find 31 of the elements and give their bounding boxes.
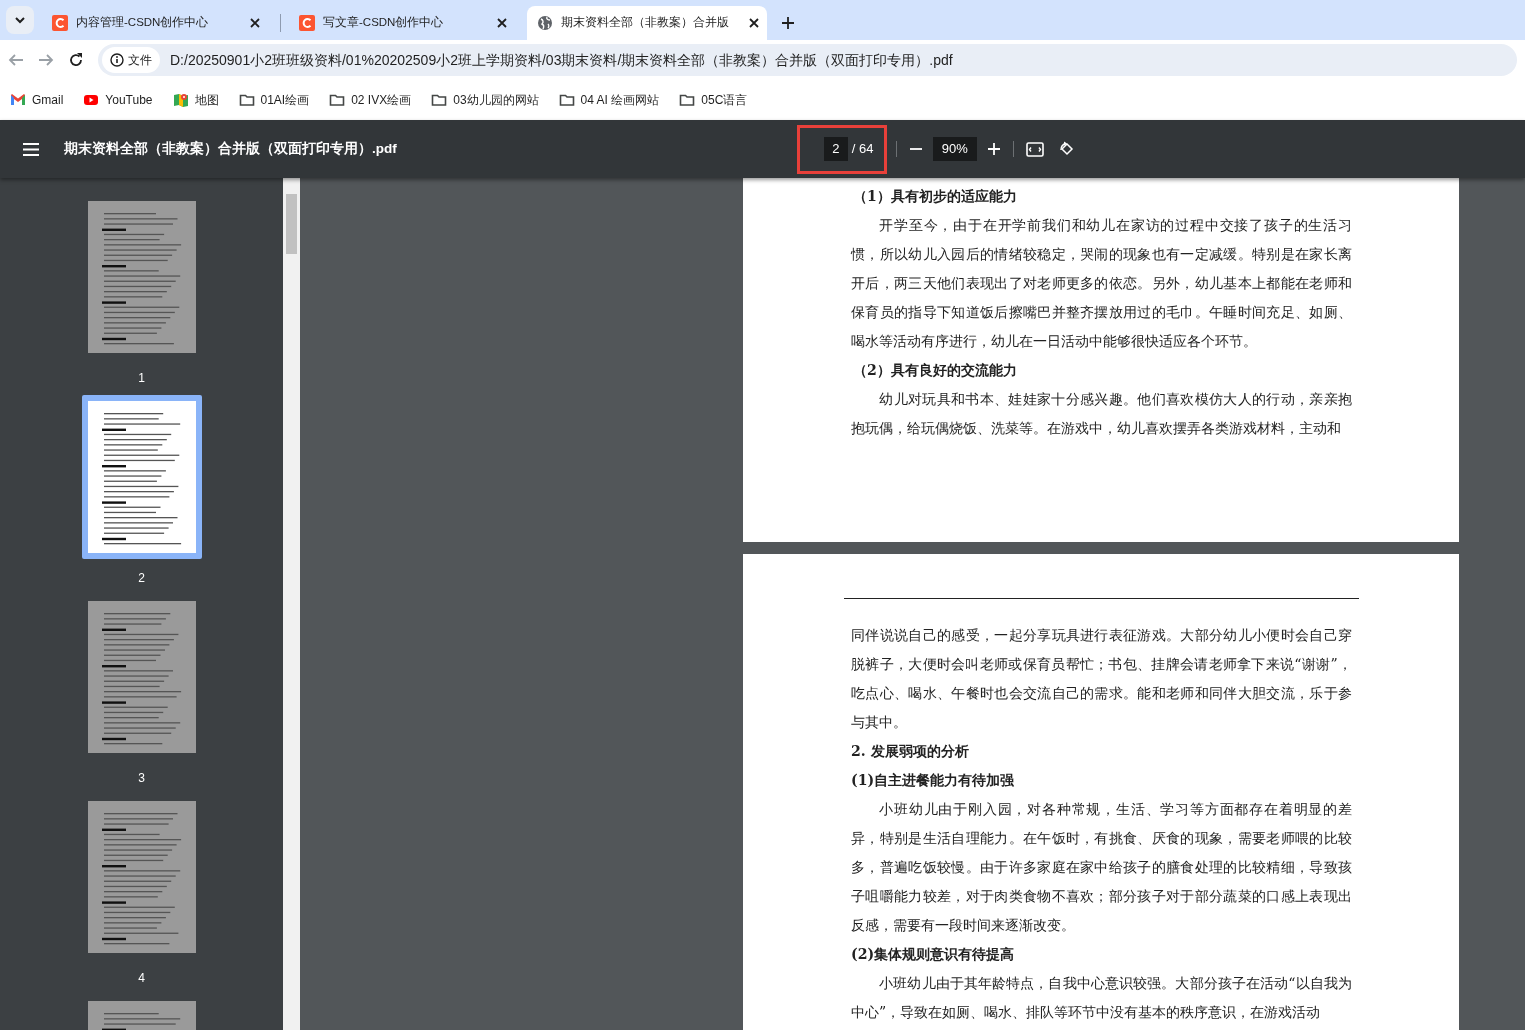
browser-tab[interactable]: 内容管理-CSDN创作中心 <box>42 6 272 40</box>
paragraph: 开学至今，由于在开学前我们和幼儿在家访的过程中交接了孩子的生活习惯，所以幼儿入园后的情绪较稳定，哭闹的现象也有一定减缓。特别是在家长离开后，两三天他们表现出了对老师更多的依恋。另外，幼儿基本上都能在老师和保育员的指导下知道饭后擦嘴巴并整齐摆放用过的毛巾。午睡时间充足、如厕、喝水等活动有序进行，幼儿在一日活动中能够很快适应各个环节。 <box>851 216 1352 351</box>
paragraph: 小班幼儿由于刚入园，对各种常规，生活、学习等方面都存在着明显的差异，特别是生活自理能力。在午饭时，有挑食、厌食的现象，需要老师喂的比较多，普遍吃饭较慢。由于许多家庭在家中给孩子的膳食处理的比较精细，导致孩子咀嚼能力较差，对于肉类食物不喜欢；部分孩子对于部分蔬菜的口感上表现出反感，需要有一段时间来逐渐改变。 <box>851 800 1352 935</box>
paragraph: 幼儿对玩具和书本、娃娃家十分感兴趣。他们喜欢模仿大人的行动，亲亲抱抱玩偶，给玩偶烧饭、洗菜等。在游戏中，幼儿喜欢摆弄各类游戏材料，主动和 <box>851 390 1352 438</box>
bookmark[interactable]: 01AI绘画 <box>238 91 310 109</box>
section-heading: （2）具有良好的交流能力 <box>853 361 1018 380</box>
document-title: 期末资料全部（非教案）合并版（双面打印专用）.pdf <box>64 139 397 158</box>
bookmark[interactable]: YouTube <box>83 91 153 109</box>
bookmark[interactable]: 地图 <box>172 91 219 109</box>
section-heading: 2. 发展弱项的分析 <box>851 742 970 761</box>
bookmark[interactable]: Gmail <box>10 91 64 109</box>
url-text: D:/20250901小2班班级资料/01%20202509小2班上学期资料/03期末资料/期末资料全部（非教案）合并版（双面打印专用）.pdf <box>170 50 953 70</box>
bookmark[interactable]: 03幼儿园的网站 <box>431 91 539 109</box>
page-number: 3 <box>138 770 145 787</box>
page-count: / 64 <box>851 140 874 159</box>
page-number: 1 <box>138 370 145 387</box>
browser-tab[interactable]: 期末资料全部（非教案）合并版 <box>527 6 767 40</box>
page-number: 2 <box>138 570 145 587</box>
section-heading: （1）具有初步的适应能力 <box>853 187 1018 206</box>
browser-tab[interactable]: 写文章-CSDN创作中心 <box>289 6 519 40</box>
bookmark[interactable]: 04 AI 绘画网站 <box>558 91 660 109</box>
zoom-level-field[interactable]: 90% <box>932 137 977 161</box>
paragraph: 同伴说说自己的感受，一起分享玩具进行表征游戏。大部分幼儿小便时会自己穿脱裤子，大便时会叫老师或保育员帮忙；书包、挂牌会请老师拿下来说“谢谢”，吃点心、喝水、午餐时也会交流自己的需求。能和老师和同伴大胆交流，乐于参与其中。 <box>851 626 1352 732</box>
paragraph: 小班幼儿由于其年龄特点，自我中心意识较强。大部分孩子在活动“以自我为中心”，导致在如厕、喝水、排队等环节中没有基本的秩序意识，在游戏活动 <box>851 974 1352 1022</box>
page-number: 4 <box>138 970 145 987</box>
address-bar[interactable]: 文件 D:/20250901小2班班级资料/01%20202509小2班上学期资料/03期末资料/期末资料全部（非教案）合并版（双面打印专用）.pdf <box>98 44 1517 76</box>
bookmark[interactable]: 05C语言 <box>679 91 748 109</box>
page-number-field[interactable]: 2 <box>823 137 848 161</box>
section-heading: (1)自主进餐能力有待加强 <box>851 771 1016 790</box>
bookmark[interactable]: 02 IVX绘画 <box>329 91 412 109</box>
section-heading: (2)集体规则意识有待提高 <box>851 945 1016 964</box>
